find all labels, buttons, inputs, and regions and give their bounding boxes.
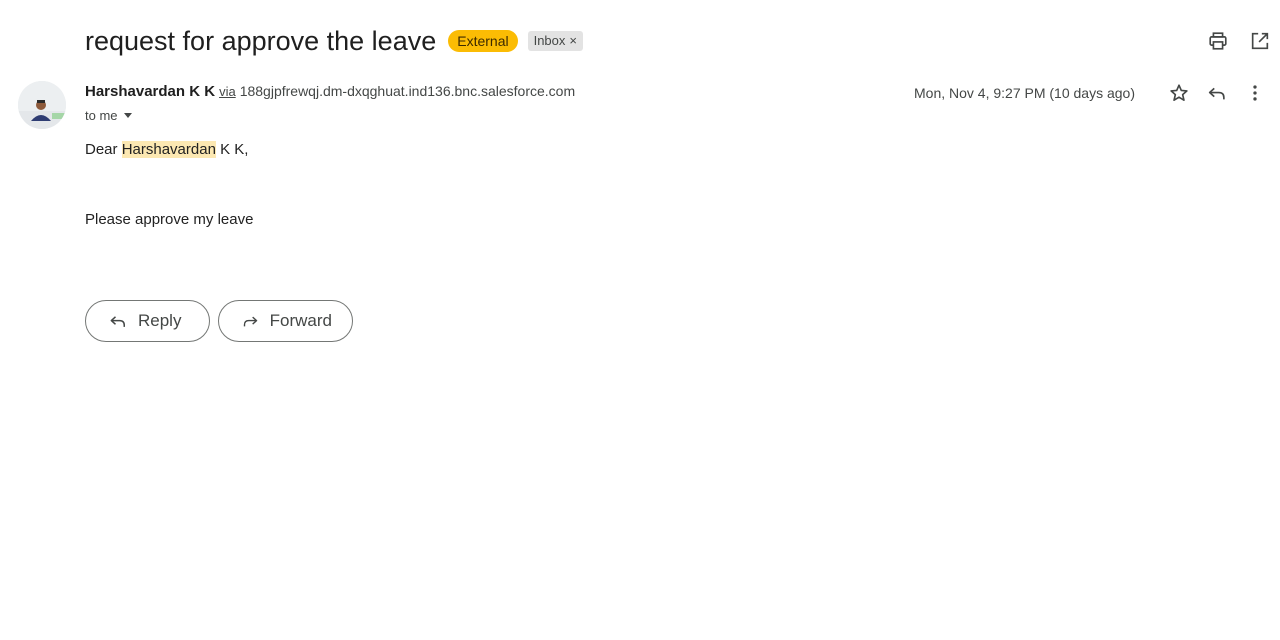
more-options-button[interactable] — [1243, 81, 1267, 105]
inbox-label-text: Inbox — [533, 33, 566, 48]
print-button[interactable] — [1206, 29, 1230, 53]
email-message: Please approve my leave — [85, 211, 254, 228]
star-icon — [1170, 84, 1188, 101]
open-in-new-window-button[interactable] — [1248, 29, 1272, 53]
external-badge: External — [448, 30, 518, 52]
sender-row: Harshavardan K K via 188gjpfrewqj.dm-dxq… — [85, 83, 575, 100]
open-in-new-window-icon — [1251, 32, 1269, 50]
show-details-chevron-down-icon[interactable] — [123, 113, 132, 118]
avatar-image — [18, 81, 66, 129]
recipient-text: to me — [85, 108, 118, 123]
star-button[interactable] — [1167, 81, 1191, 105]
reply-button-label: Reply — [138, 311, 182, 330]
sender-name[interactable]: Harshavardan K K — [85, 83, 215, 100]
more-vertical-icon — [1253, 85, 1257, 101]
sender-avatar[interactable] — [18, 81, 66, 129]
reply-button[interactable]: Reply — [85, 300, 210, 342]
email-greeting: Dear Harshavardan K K, — [85, 141, 248, 158]
greeting-suffix: K K, — [215, 141, 249, 158]
subject-row: request for approve the leave External I… — [85, 24, 583, 58]
recipient-row: to me — [85, 108, 132, 123]
reply-icon — [110, 316, 125, 327]
forward-icon — [243, 316, 258, 327]
message-meta: Mon, Nov 4, 9:27 PM (10 days ago) — [914, 81, 1267, 105]
print-icon — [1209, 32, 1227, 50]
reply-icon — [1208, 87, 1225, 100]
reply-icon-button[interactable] — [1205, 81, 1229, 105]
via-link[interactable]: via — [219, 84, 236, 99]
forward-button-label: Forward — [269, 311, 332, 330]
email-subject: request for approve the leave — [85, 26, 437, 56]
sender-domain: 188gjpfrewqj.dm-dxqghuat.ind136.bnc.sale… — [239, 83, 576, 99]
forward-button[interactable]: Forward — [218, 300, 353, 342]
message-date: Mon, Nov 4, 9:27 PM (10 days ago) — [914, 85, 1135, 101]
thread-actions — [1206, 29, 1272, 53]
highlighted-name: Harshavardan — [121, 141, 216, 158]
greeting-prefix: Dear — [85, 141, 122, 158]
inbox-label[interactable]: Inbox × — [527, 31, 583, 51]
remove-label-button[interactable]: × — [569, 31, 577, 51]
email-view: request for approve the leave External I… — [0, 0, 1280, 640]
